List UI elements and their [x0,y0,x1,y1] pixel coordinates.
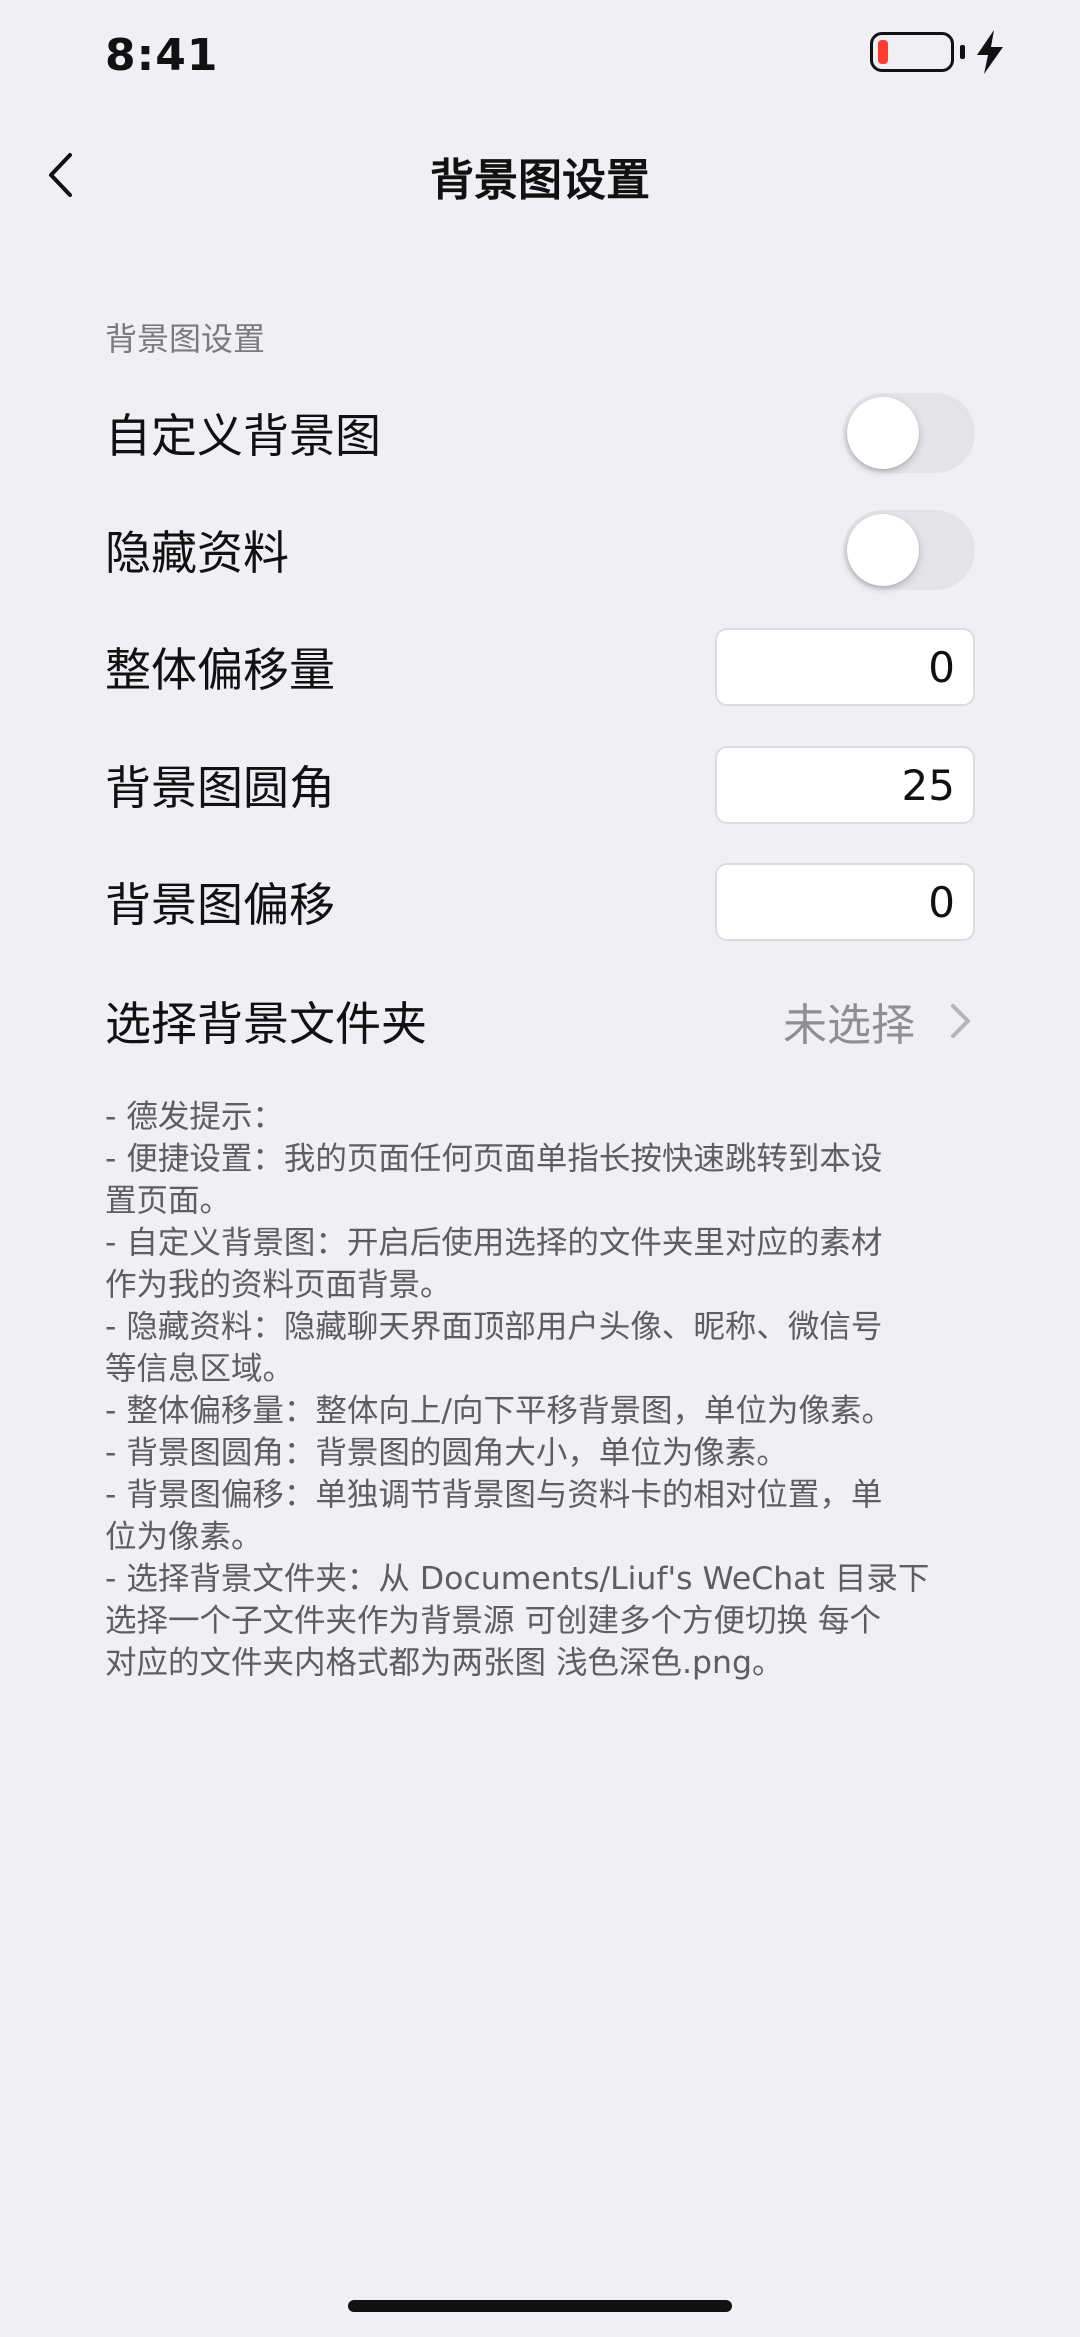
chevron-right-icon [951,1004,970,1038]
battery-level [878,40,888,64]
help-line: - 便捷设置：我的页面任何页面单指长按快速跳转到本设 [105,1141,883,1177]
help-line: - 背景图偏移：单独调节背景图与资料卡的相对位置，单 [105,1477,883,1513]
help-line: 作为我的资料页面背景。 [105,1267,452,1303]
help-text: - 德发提示： - 便捷设置：我的页面任何页面单指长按快速跳转到本设 置页面。 … [105,1096,985,1684]
select-folder-label: 选择背景文件夹 [105,997,427,1051]
hide-profile-toggle[interactable] [843,510,975,590]
background-radius-label: 背景图圆角 [105,761,335,815]
select-folder-row[interactable]: 选择背景文件夹 未选择 [105,971,975,1071]
custom-background-label: 自定义背景图 [105,409,381,463]
help-line: 对应的文件夹内格式都为两张图 浅色深色.png。 [105,1645,784,1681]
overall-offset-row: 整体偏移量 [105,617,975,717]
custom-background-row: 自定义背景图 [105,383,975,483]
background-radius-row: 背景图圆角 [105,735,975,835]
background-offset-label: 背景图偏移 [105,878,335,932]
section-header: 背景图设置 [105,320,266,358]
page-title: 背景图设置 [430,155,650,206]
status-bar: 8:41 [0,0,1080,120]
help-line: - 背景图圆角：背景图的圆角大小，单位为像素。 [105,1435,788,1471]
toggle-knob [847,514,919,586]
background-offset-row: 背景图偏移 [105,852,975,952]
help-line: 选择一个子文件夹作为背景源 可创建多个方便切换 每个 [105,1603,882,1639]
background-offset-input[interactable] [715,863,975,941]
help-line: - 隐藏资料：隐藏聊天界面顶部用户头像、昵称、微信号 [105,1309,883,1345]
overall-offset-label: 整体偏移量 [105,643,335,697]
battery-icon [870,32,954,72]
charging-bolt-icon [977,30,1003,74]
battery-cap [960,45,965,59]
overall-offset-input[interactable] [715,628,975,706]
help-line: - 德发提示： [105,1099,284,1135]
hide-profile-row: 隐藏资料 [105,500,975,600]
hide-profile-label: 隐藏资料 [105,526,289,580]
navigation-bar: 背景图设置 [0,120,1080,230]
background-radius-input[interactable] [715,746,975,824]
help-line: 置页面。 [105,1183,232,1219]
help-line: - 选择背景文件夹：从 Documents/Liuf's WeChat 目录下 [105,1561,930,1597]
select-folder-value: 未选择 [783,1000,915,1051]
help-line: - 整体偏移量：整体向上/向下平移背景图，单位为像素。 [105,1393,893,1429]
help-line: 等信息区域。 [105,1351,295,1387]
help-line: - 自定义背景图：开启后使用选择的文件夹里对应的素材 [105,1225,883,1261]
status-time: 8:41 [105,30,219,81]
help-line: 位为像素。 [105,1519,263,1555]
custom-background-toggle[interactable] [843,393,975,473]
home-indicator[interactable] [348,2300,732,2312]
toggle-knob [847,397,919,469]
